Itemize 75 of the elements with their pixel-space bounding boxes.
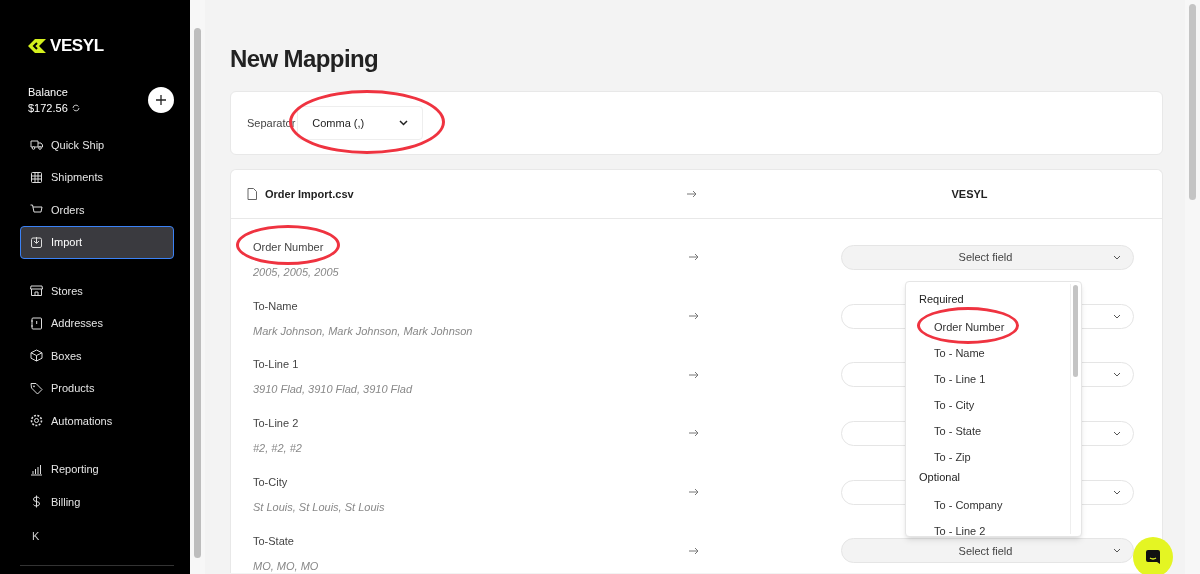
nav-item[interactable]: Stores [20, 274, 174, 307]
chevron-down-icon [1113, 313, 1121, 319]
column-name: To-City [253, 475, 288, 488]
nav-item[interactable]: Boxes [20, 339, 174, 372]
menu-option[interactable]: To - Line 1 [934, 373, 986, 385]
grid-icon [30, 170, 43, 184]
balance-amount: $172.56 [28, 101, 68, 116]
chevron-down-icon [399, 120, 409, 126]
arrow-right-icon [689, 546, 699, 555]
arrow-right-icon [689, 253, 699, 262]
nav-item[interactable]: Addresses [20, 307, 174, 340]
truck-icon [30, 138, 43, 152]
nav-item[interactable]: Quick Ship [20, 128, 174, 161]
collapse-button[interactable]: K [32, 528, 44, 545]
plus-icon [156, 95, 166, 105]
menu-scrollbar-thumb[interactable] [1073, 285, 1078, 377]
menu-option[interactable]: To - Company [934, 499, 1003, 511]
menu-option[interactable]: To - Name [934, 347, 985, 359]
menu-option[interactable]: To - City [934, 399, 975, 411]
chevron-down-icon [1113, 548, 1121, 554]
nav-item[interactable]: Automations [20, 404, 174, 437]
chat-button[interactable] [1133, 537, 1173, 574]
menu-option[interactable]: To - Line 2 [934, 525, 986, 536]
add-funds-button[interactable] [148, 87, 174, 113]
page-title: New Mapping [230, 44, 380, 71]
arrow-right-icon [689, 488, 699, 497]
refresh-icon[interactable] [71, 104, 80, 113]
chevron-down-icon [1113, 372, 1121, 378]
nav-item[interactable]: Shipments [20, 161, 174, 194]
nav-item[interactable]: Products [20, 372, 174, 405]
nav-item[interactable]: Reporting [20, 453, 174, 486]
nav-item[interactable]: Orders [20, 193, 174, 226]
sample-values: St Louis, St Louis, St Louis [253, 499, 386, 515]
menu-option[interactable]: To - Zip [934, 451, 971, 463]
arrow-right-icon [689, 370, 699, 379]
gear-icon [30, 414, 43, 428]
arrow-right-icon [687, 190, 697, 198]
column-name: To-Line 1 [253, 358, 299, 371]
dollar-icon [30, 495, 43, 509]
menu-option[interactable]: To - State [934, 425, 982, 437]
field-select[interactable]: Select field [841, 244, 1134, 270]
arrow-right-icon [689, 312, 699, 321]
column-name: To-Name [253, 299, 298, 312]
sample-values: Mark Johnson, Mark Johnson, Mark Johnson [253, 323, 474, 339]
bar-chart-icon [30, 462, 43, 476]
arrow-right-icon [689, 429, 699, 438]
sample-values: 3910 Flad, 3910 Flad, 3910 Flad [253, 382, 414, 398]
chevron-down-icon [1113, 254, 1121, 260]
target-name: VESYL [951, 186, 988, 202]
sample-values: MO, MO, MO [253, 558, 320, 573]
address-book-icon [30, 316, 43, 330]
column-name: Order Number [253, 241, 324, 254]
menu-group-heading: Required [919, 292, 965, 307]
sample-values: 2005, 2005, 2005 [253, 265, 340, 281]
menu-group-heading: Optional [919, 470, 961, 485]
menu-option[interactable]: Order Number [934, 321, 1005, 333]
chat-icon [1145, 549, 1161, 565]
chevron-down-icon [1113, 430, 1121, 436]
tag-icon [30, 381, 43, 395]
column-name: To-State [253, 534, 294, 547]
source-file-name: Order Import.csv [265, 186, 354, 202]
box-icon [30, 349, 43, 363]
brand-name: VESYL [50, 35, 104, 57]
sample-values: #2, #2, #2 [253, 441, 303, 457]
import-icon [30, 235, 43, 249]
balance-label: Balance [28, 84, 69, 100]
field-select[interactable]: Select field [841, 538, 1134, 564]
nav-item[interactable]: Billing [20, 485, 174, 518]
column-name: To-Line 2 [253, 417, 299, 430]
file-icon [247, 188, 257, 200]
separator-select[interactable]: Comma (,) [297, 106, 424, 140]
store-icon [30, 284, 43, 298]
chevron-down-icon [1113, 489, 1121, 495]
logo-icon [28, 38, 46, 53]
nav-item[interactable]: Import [20, 226, 174, 259]
